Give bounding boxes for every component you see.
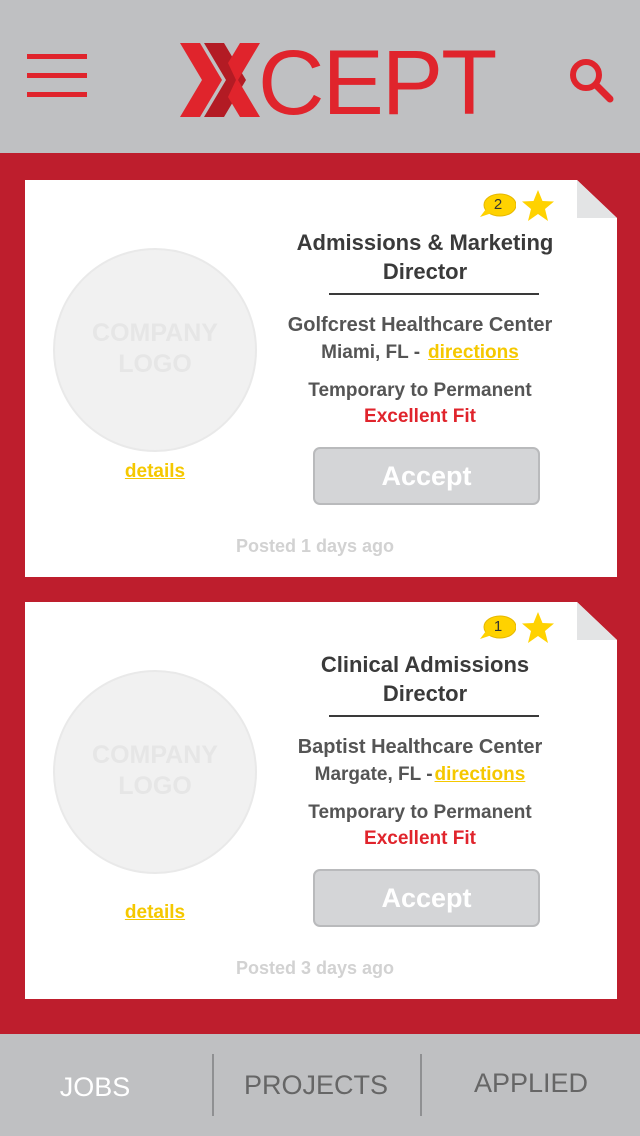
job-location: Miami, FL -	[321, 342, 421, 363]
job-location: Margate, FL -	[314, 764, 433, 785]
job-type: Temporary to Permanent	[308, 380, 532, 401]
job-title: Admissions & Marketing Director	[296, 230, 554, 284]
bottom-tab-bar: JOBS PROJECTS APPLIED	[0, 1034, 640, 1136]
title-divider	[329, 293, 539, 295]
tab-applied[interactable]: APPLIED	[432, 1068, 630, 1108]
details-link[interactable]: details	[113, 461, 197, 483]
company-name: Golfcrest Healthcare Center	[287, 314, 553, 336]
company-logo-text: COMPANY LOGO	[92, 319, 218, 378]
company-logo-text: COMPANY LOGO	[92, 741, 218, 800]
company-logo-placeholder: COMPANY LOGO	[53, 248, 257, 452]
menu-icon[interactable]	[27, 54, 87, 100]
tab-jobs[interactable]: JOBS	[0, 1072, 190, 1112]
job-card: 1 COMPANY LOGO details Clinical Admissio…	[25, 602, 617, 999]
logo-wordmark: CEPT	[258, 32, 497, 134]
accept-button[interactable]: Accept	[313, 447, 540, 505]
search-icon[interactable]	[566, 55, 616, 105]
location-row: Miami, FL - directions	[270, 342, 570, 364]
fit-rating: Excellent Fit	[364, 406, 476, 427]
star-icon[interactable]	[521, 189, 555, 222]
accept-button[interactable]: Accept	[313, 869, 540, 927]
star-icon[interactable]	[521, 611, 555, 644]
app-logo: CEPT	[180, 37, 497, 129]
page-fold-icon	[577, 602, 617, 640]
job-card: 2 COMPANY LOGO details Admissions & Mark…	[25, 180, 617, 577]
tab-divider	[212, 1054, 214, 1116]
job-list: 2 COMPANY LOGO details Admissions & Mark…	[0, 153, 640, 1034]
app-header: CEPT	[0, 0, 640, 153]
details-link[interactable]: details	[113, 902, 197, 924]
fit-rating: Excellent Fit	[364, 828, 476, 849]
page-fold-icon	[577, 180, 617, 218]
title-divider	[329, 715, 539, 717]
tab-divider	[420, 1054, 422, 1116]
logo-x-mark	[180, 43, 260, 117]
badge-count: 2	[493, 196, 503, 213]
notification-badge[interactable]: 1	[480, 615, 516, 641]
company-logo-placeholder: COMPANY LOGO	[53, 670, 257, 874]
location-row: Margate, FL - directions	[270, 764, 570, 786]
posted-date: Posted 3 days ago	[235, 958, 395, 978]
posted-date: Posted 1 days ago	[235, 536, 395, 556]
notification-badge[interactable]: 2	[480, 193, 516, 219]
badge-count: 1	[493, 618, 503, 635]
directions-link[interactable]: directions	[428, 342, 519, 363]
directions-link[interactable]: directions	[435, 764, 526, 785]
company-name: Baptist Healthcare Center	[297, 736, 543, 758]
job-title: Clinical Admissions Director	[320, 652, 530, 706]
job-type: Temporary to Permanent	[308, 802, 532, 823]
tab-projects[interactable]: PROJECTS	[216, 1070, 416, 1110]
